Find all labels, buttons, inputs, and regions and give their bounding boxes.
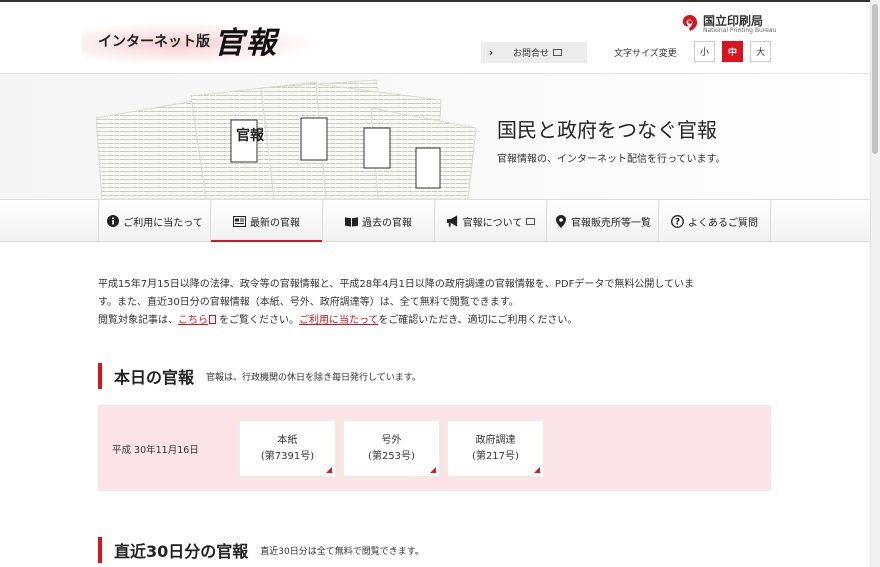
corner-arrow-icon [534,467,540,473]
corner-arrow-icon [430,467,436,473]
nav-item-sales-offices[interactable]: 官報販売所等一覧 [546,200,658,242]
bureau-emblem-icon [682,15,698,31]
issue-extra-button[interactable]: 号外 (第253号) [343,420,440,477]
megaphone-icon [446,215,459,228]
contact-button[interactable]: › お問合せ [481,42,587,63]
external-window-icon [526,217,536,225]
site-logo[interactable]: インターネット版 官報 [82,16,322,64]
scrollbar-thumb[interactable] [872,4,878,154]
document-icon [209,315,216,324]
issue-number: (第217号) [472,450,519,462]
nav-item-archive[interactable]: 過去の官報 [322,200,434,242]
page: インターネット版 官報 国立印刷局 National Printing Bure… [0,0,870,567]
nav-item-label: 過去の官報 [362,217,412,229]
intro-text-a: 閲覧対象記事は、 [98,315,178,326]
question-icon: ? [671,214,684,228]
nav-item-label: 最新の官報 [250,217,300,229]
nav-item-label: よくあるご質問 [688,217,758,229]
intro-text: 平成15年7月15日以降の法律、政令等の官報情報と、平成28年4月1日以降の政府… [98,276,778,330]
chevron-right-icon: › [488,46,494,59]
contact-label: お問合せ [513,49,550,59]
intro-text-b: をご覧ください。 [219,315,299,326]
intro-line-1: 平成15年7月15日以降の法律、政令等の官報情報と、平成28年4月1日以降の政府… [98,279,695,290]
font-size-medium-button[interactable]: 中 [722,41,743,62]
issue-name: 号外 [381,434,402,446]
today-title: 本日の官報 [114,368,195,387]
font-size-label: 文字サイズ変更 [614,49,677,59]
map-pin-icon [554,214,567,228]
logo-title: 官報 [214,26,278,61]
today-note: 官報は、行政機関の休日を除き毎日発行しています。 [206,372,421,383]
nav-item-label: 官報について [462,217,523,229]
issue-procurement-button[interactable]: 政府調達 (第217号) [447,420,544,477]
intro-line-2: す。また、直近30日分の官報情報（本紙、号外、政府調達等）は、全て無料で閲覧でき… [98,297,519,308]
hero-banner: 官報 国民と政府をつなぐ官報 官報情報の、インターネット配信を行っています。 [0,74,870,199]
nav-item-usage[interactable]: ご利用に当たって [98,200,210,242]
nav-item-label: ご利用に当たって [123,217,203,229]
corner-arrow-icon [326,467,332,473]
site-header: インターネット版 官報 国立印刷局 National Printing Bure… [0,2,870,74]
svg-text:?: ? [675,217,680,227]
newspaper-stack-image: 官報 [96,79,477,199]
bureau-logo[interactable]: 国立印刷局 National Printing Bureau [680,12,777,36]
logo-subtitle: インターネット版 [98,34,210,50]
today-date: 平成 30年11月16日 [112,445,199,456]
masthead-text: 官報 [236,127,265,144]
today-heading: 本日の官報 官報は、行政機関の休日を除き毎日発行しています。 [98,363,421,389]
intro-line-3: 閲覧対象記事は、こちら をご覧ください。ご利用に当たってをご確認いただき、適切にご… [98,312,778,330]
book-icon [345,215,358,228]
issue-main-button[interactable]: 本紙 (第7391号) [239,420,336,477]
heading-accent-bar [98,537,102,563]
vertical-scrollbar[interactable] [870,0,880,567]
nav-item-about[interactable]: 官報について [434,200,546,242]
recent-title: 直近30日分の官報 [114,542,249,561]
external-window-icon [553,49,563,56]
intro-text-c: をご確認いただき、適切にご利用ください。 [378,315,578,326]
heading-accent-bar [98,363,102,389]
info-icon [106,215,119,228]
issue-number: (第7391号) [260,450,315,462]
font-size-small-button[interactable]: 小 [694,41,715,62]
issue-name: 本紙 [277,434,298,446]
recent-note: 直近30日分は全て無料で閲覧できます。 [260,546,424,557]
issue-name: 政府調達 [475,434,516,446]
font-size-large-button[interactable]: 大 [750,41,771,62]
nav-item-faq[interactable]: ? よくあるご質問 [658,200,771,242]
newspaper-icon [233,215,246,228]
link-here[interactable]: こちら [178,315,208,326]
nav-item-latest[interactable]: 最新の官報 [210,200,322,242]
recent-heading: 直近30日分の官報 直近30日分は全て無料で閲覧できます。 [98,537,424,563]
bureau-name-en: National Printing Bureau [703,27,777,34]
hero-title: 国民と政府をつなぐ官報 [497,118,717,142]
nav-item-label: 官報販売所等一覧 [571,217,651,229]
hero-subtitle: 官報情報の、インターネット配信を行っています。 [497,154,726,165]
global-nav: ご利用に当たって 最新の官報 過去の官報 官報について 官報販売所等一覧 ? よ… [0,199,870,242]
issue-number: (第253号) [368,450,415,462]
link-usage[interactable]: ご利用に当たって [299,315,378,326]
today-issues-panel: 平成 30年11月16日 本紙 (第7391号) 号外 (第253号) 政府調達… [98,405,771,491]
